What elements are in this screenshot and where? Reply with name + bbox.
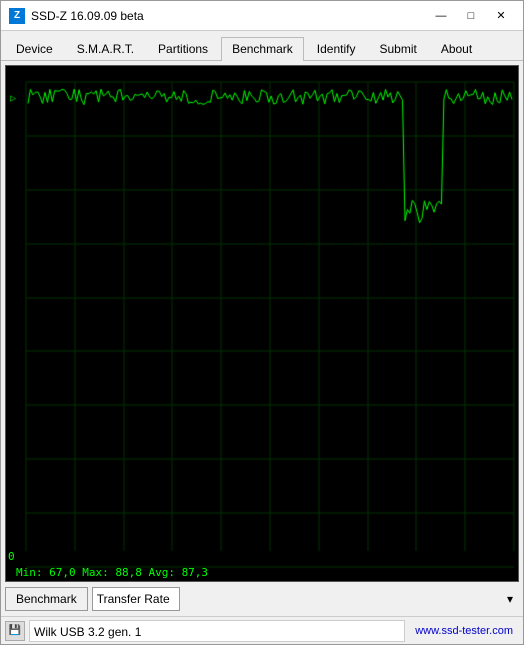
tab-benchmark[interactable]: Benchmark xyxy=(221,37,304,61)
main-window: Z SSD-Z 16.09.09 beta — □ ✕ Device S.M.A… xyxy=(0,0,524,645)
window-title: SSD-Z 16.09.09 beta xyxy=(31,9,427,23)
window-controls: — □ ✕ xyxy=(427,5,515,27)
tab-device[interactable]: Device xyxy=(5,37,64,61)
chart-canvas xyxy=(6,66,518,581)
tab-smart[interactable]: S.M.A.R.T. xyxy=(66,37,145,61)
metric-dropdown[interactable]: Transfer Rate Random Read Random Write L… xyxy=(92,587,180,611)
tab-identify[interactable]: Identify xyxy=(306,37,367,61)
dropdown-wrapper: Transfer Rate Random Read Random Write L… xyxy=(92,587,519,611)
chart-y-min: 0 xyxy=(8,550,15,563)
website-link[interactable]: www.ssd-tester.com xyxy=(409,625,519,637)
tab-about[interactable]: About xyxy=(430,37,483,61)
close-button[interactable]: ✕ xyxy=(487,5,515,27)
app-icon: Z xyxy=(9,8,25,24)
minimize-button[interactable]: — xyxy=(427,5,455,27)
statusbar: 💾 Wilk USB 3.2 gen. 1 www.ssd-tester.com xyxy=(1,616,523,644)
tab-partitions[interactable]: Partitions xyxy=(147,37,219,61)
device-name: Wilk USB 3.2 gen. 1 xyxy=(29,620,405,642)
maximize-button[interactable]: □ xyxy=(457,5,485,27)
main-content: 90 Work in Progress - Results Unreliable… xyxy=(1,61,523,616)
tab-bar: Device S.M.A.R.T. Partitions Benchmark I… xyxy=(1,31,523,61)
tab-submit[interactable]: Submit xyxy=(368,37,427,61)
device-icon: 💾 xyxy=(5,621,25,641)
titlebar: Z SSD-Z 16.09.09 beta — □ ✕ xyxy=(1,1,523,31)
chart-stats: Min: 67,0 Max: 88,8 Avg: 87,3 xyxy=(16,566,208,579)
controls-bar: Benchmark Transfer Rate Random Read Rand… xyxy=(5,586,519,612)
benchmark-button[interactable]: Benchmark xyxy=(5,587,88,611)
benchmark-chart: 90 Work in Progress - Results Unreliable… xyxy=(5,65,519,582)
